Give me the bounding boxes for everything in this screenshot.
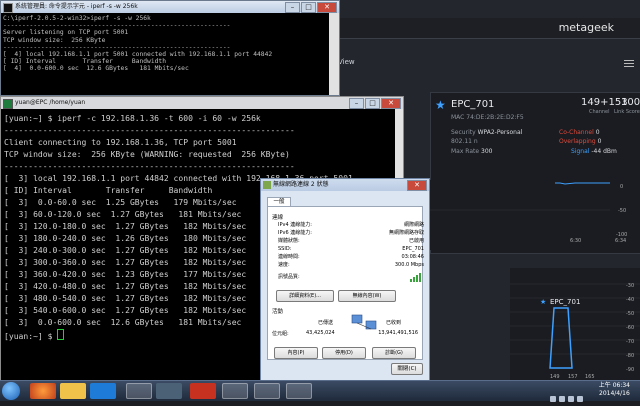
flag-icon [577,396,583,402]
start-button[interactable] [2,382,20,400]
svg-text:-30: -30 [626,283,634,289]
taskbar-clock[interactable]: 上午 06:34 2014/4/16 [599,382,630,398]
ap-signal: Signal -44 dBm [571,148,617,155]
text-cursor [57,329,65,340]
speaker-icon [568,396,574,402]
ie-taskbar-icon[interactable] [90,383,116,399]
network-icon [263,181,271,189]
svg-text:-70: -70 [626,339,634,345]
bytes-received: 13,941,491,516 [378,330,418,336]
client-window-title[interactable]: yuan@EPC /home/yuan [1,97,403,109]
keyboard-icon [550,396,556,402]
svg-text:0: 0 [620,184,623,190]
channel-spectrum-chart: ★ EPC_701 149 157 165 -30 -40 -50 -60 -7… [510,268,640,380]
bytes-sent: 43,425,024 [306,330,335,336]
ap-link-score-label: Link Score [614,109,640,115]
clock-time: 上午 06:34 [598,382,630,389]
svg-text:-80: -80 [626,353,634,359]
server-console-output: C:\iperf-2.0.5-2-win32>iperf -s -w 256k … [3,15,273,73]
svg-text:6:30: 6:30 [570,238,581,244]
ap-link-score: 100 [621,97,640,108]
svg-text:-60: -60 [626,325,634,331]
inssider-taskbar-icon[interactable] [286,383,312,399]
ap-security: Security WPA2-Personal [451,129,523,136]
activity-section-label: 活動 [272,309,284,315]
minimize-button[interactable]: – [349,98,364,109]
properties-button[interactable]: 內容(P) [274,347,318,359]
server-scrollbar[interactable] [329,13,339,95]
minimize-button[interactable]: – [285,2,300,13]
svg-text:-90: -90 [626,367,634,373]
hamburger-menu-icon[interactable] [624,60,634,69]
system-tray[interactable] [550,387,594,402]
explorer-taskbar-icon[interactable] [60,383,86,399]
taskbar: 上午 06:34 2014/4/16 [0,380,640,402]
dialog-title[interactable]: 無線網路連線 2 狀態 [261,179,429,191]
cmd-taskbar-icon[interactable] [126,383,152,399]
filezilla-taskbar-icon[interactable] [190,383,216,399]
clock-date: 2014/4/16 [599,390,630,397]
maximize-button[interactable]: □ [301,2,316,13]
dialog-close-button[interactable]: 關閉(C) [391,363,423,375]
firefox-taskbar-icon[interactable] [30,383,56,399]
ap-mode: 802.11 n [451,138,478,145]
cmd-icon [3,3,13,13]
spectrum-star-icon: ★ [540,298,546,306]
iperf-server-console[interactable]: 系統管理員: 命令提示字元 - iperf -s -w 256k – □ ✕ C:\… [0,0,340,96]
metageek-logo: metageek [558,21,614,34]
signal-bars-icon [410,273,421,282]
bytes-label: 位元組: [272,331,289,337]
network-activity-icon [351,314,377,330]
svg-text:6:34: 6:34 [615,238,626,244]
wifi-icon [559,396,565,402]
ap-ssid: EPC_701 [451,99,495,110]
view-menu[interactable]: View [338,58,355,66]
dialog-close-x-button[interactable]: ✕ [407,180,427,191]
signal-history-chart: 0 -50 -100 6:30 6:34 [430,180,640,250]
dialog-body: 連線 IPv4 連線能力: 網際網路 IPv6 連線能力: 無網際網路存取 媒體狀態… [267,206,424,360]
close-button[interactable]: ✕ [381,98,401,109]
app-taskbar-icon[interactable] [156,383,182,399]
network-taskbar-icon[interactable] [254,383,280,399]
star-icon[interactable]: ★ [435,98,446,112]
svg-text:-50: -50 [626,311,634,317]
cygwin-taskbar-icon[interactable] [222,383,248,399]
maximize-button[interactable]: □ [365,98,380,109]
spectrum-ssid: EPC_701 [550,298,580,306]
shell-prompt: [yuan:~] $ [4,332,58,341]
received-label: 已收到 [386,320,402,326]
ap-mac: MAC 74:DE:2B:2E:D2:F5 [451,114,524,121]
diagnose-button[interactable]: 診斷(G) [372,347,416,359]
details-button[interactable]: 詳細資料(E)... [276,290,334,302]
close-button[interactable]: ✕ [317,2,337,13]
svg-text:-40: -40 [626,297,634,303]
sent-label: 已傳送 [318,320,334,326]
connection-section-label: 連線 [272,215,284,221]
disable-button[interactable]: 停用(D) [322,347,366,359]
ap-channel-label: Channel [589,109,610,115]
wireless-status-dialog[interactable]: 無線網路連線 2 狀態 ✕ 一般 連線 IPv4 連線能力: 網際網路 IPv6 … [260,178,430,381]
ap-max-rate: Max Rate 300 [451,148,493,155]
svg-text:-50: -50 [618,208,626,214]
wireless-properties-button[interactable]: 無線內容(W) [338,290,396,302]
ap-cochannel: Co-Channel 0 [559,129,600,136]
app-header: metageek [330,18,640,39]
cygwin-icon [3,99,13,109]
ap-overlapping: Overlapping 0 [559,138,602,145]
